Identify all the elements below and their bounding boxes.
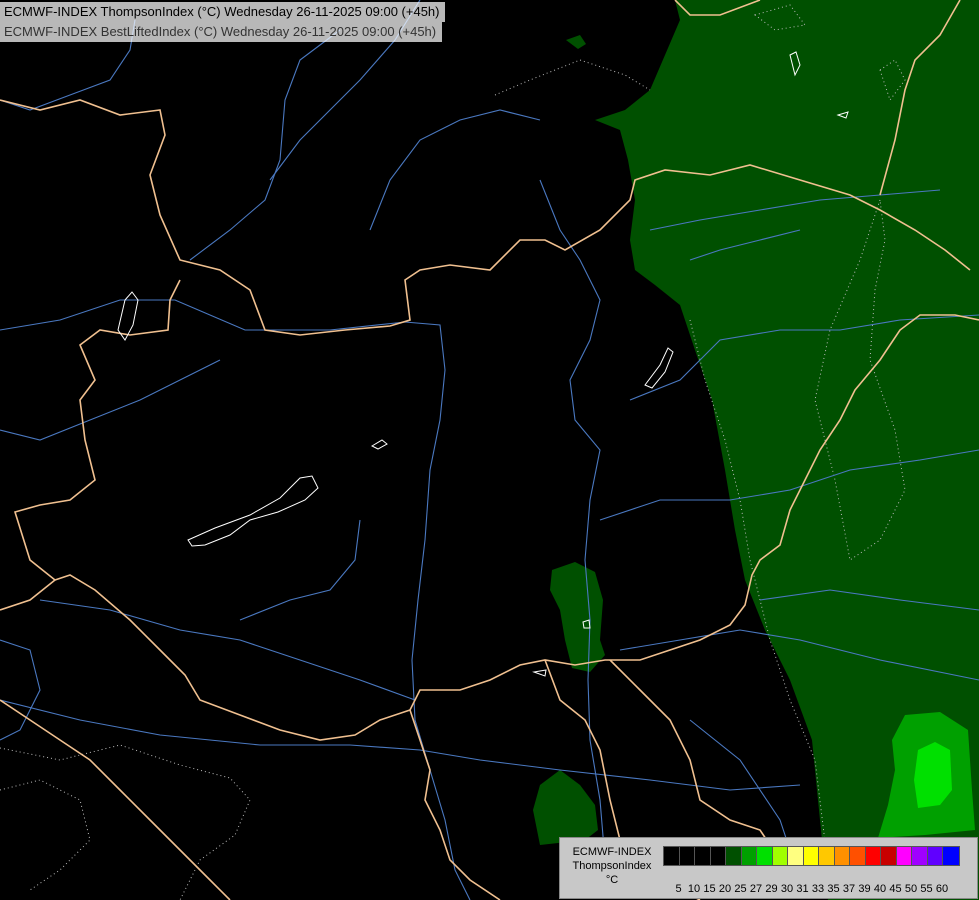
- legend-swatch: [942, 846, 960, 866]
- legend-title: ECMWF-INDEX ThompsonIndex °C: [564, 845, 660, 887]
- map-title-lifted: ECMWF-INDEX BestLiftedIndex (°C) Wednesd…: [0, 22, 443, 42]
- legend-unit: °C: [605, 874, 619, 886]
- legend-tick-label: 60: [935, 883, 949, 895]
- map-viewer: ECMWF-INDEX ThompsonIndex (°C) Wednesday…: [0, 0, 979, 900]
- map-title-thompson: ECMWF-INDEX ThompsonIndex (°C) Wednesday…: [0, 2, 446, 22]
- weather-map: [0, 0, 979, 900]
- color-legend: ECMWF-INDEX ThompsonIndex °C 5 10 15 20 25 27…: [559, 837, 978, 899]
- legend-model: ECMWF-INDEX: [572, 846, 652, 858]
- legend-parameter: ThompsonIndex: [572, 860, 652, 872]
